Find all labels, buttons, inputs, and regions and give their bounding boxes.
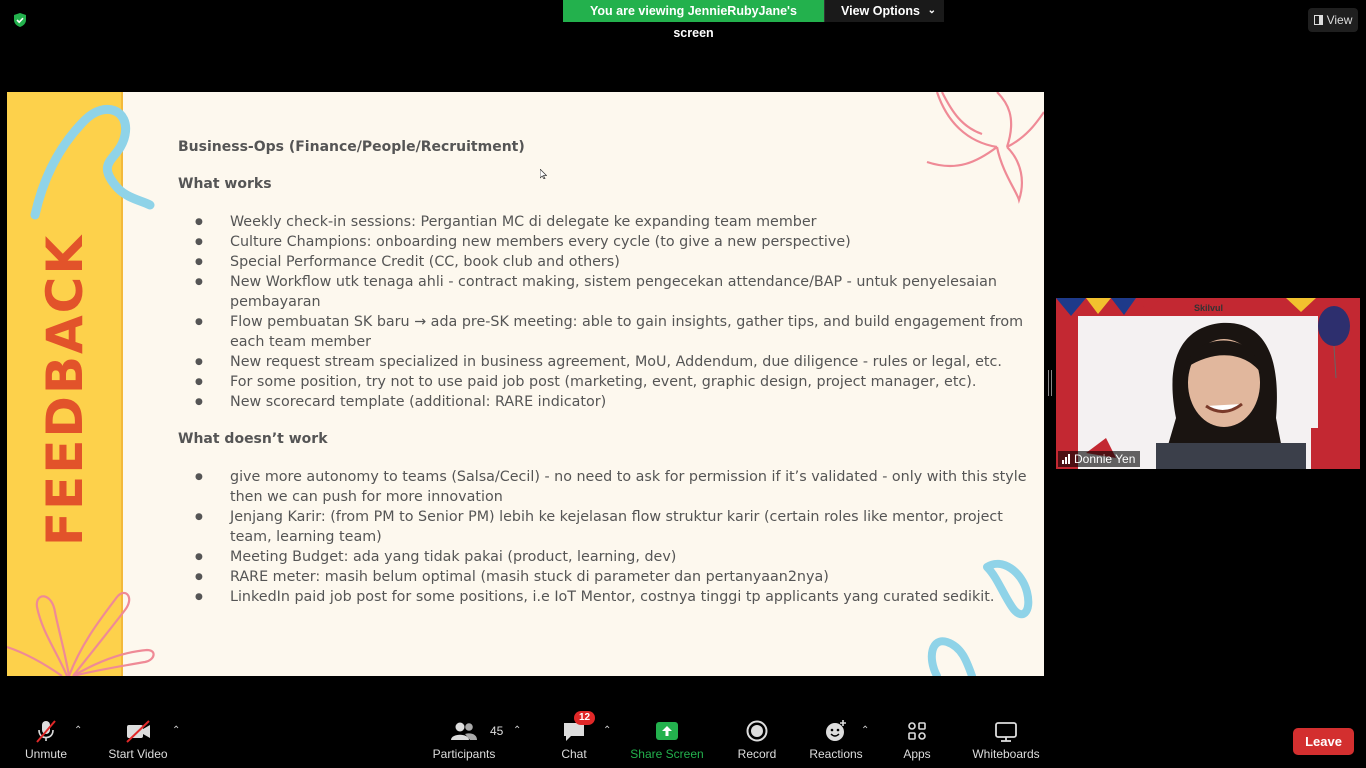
participant-name-tag: Donnie Yen bbox=[1058, 451, 1141, 467]
start-video-button[interactable]: Start Video bbox=[106, 713, 170, 768]
record-label: Record bbox=[737, 747, 777, 761]
audio-options-caret-icon[interactable]: ⌃ bbox=[74, 725, 82, 736]
share-screen-label: Share Screen bbox=[630, 747, 704, 761]
video-options-caret-icon[interactable]: ⌃ bbox=[172, 725, 180, 736]
list-item: Culture Champions: onboarding new member… bbox=[178, 232, 1028, 252]
record-button[interactable]: Record bbox=[736, 713, 778, 768]
chat-unread-badge: 12 bbox=[574, 711, 596, 725]
apps-button[interactable]: Apps bbox=[900, 713, 934, 768]
list-item: Weekly check-in sessions: Pergantian MC … bbox=[178, 212, 1028, 232]
reactions-label: Reactions bbox=[809, 747, 863, 761]
participants-options-caret-icon[interactable]: ⌃ bbox=[513, 725, 521, 736]
apps-label: Apps bbox=[903, 747, 931, 761]
smiley-plus-icon bbox=[826, 720, 846, 741]
reactions-options-caret-icon[interactable]: ⌃ bbox=[861, 725, 869, 736]
chat-options-caret-icon[interactable]: ⌃ bbox=[603, 725, 611, 736]
slide-heading: Business-Ops (Finance/People/Recruitment… bbox=[178, 139, 525, 155]
view-label: View bbox=[1326, 13, 1353, 27]
chat-label: Chat bbox=[561, 747, 587, 761]
list-item: New Workflow utk tenaga ahli - contract … bbox=[178, 272, 1028, 312]
list-item: Jenjang Karir: (from PM to Senior PM) le… bbox=[178, 507, 1028, 547]
screen-share-banner: You are viewing JennieRubyJane's screen … bbox=[563, 0, 944, 40]
banner-text: Skilvul bbox=[1194, 303, 1223, 313]
reactions-button[interactable]: Reactions bbox=[808, 713, 864, 768]
view-options-button[interactable]: View Options ⌄ bbox=[824, 0, 944, 22]
list-item: Flow pembuatan SK baru → ada pre-SK meet… bbox=[178, 312, 1028, 352]
view-options-label: View Options bbox=[841, 4, 920, 18]
list-item: For some position, try not to use paid j… bbox=[178, 372, 1028, 392]
list-item: give more autonomy to teams (Salsa/Cecil… bbox=[178, 467, 1028, 507]
microphone-muted-icon bbox=[36, 720, 56, 743]
participants-count: 45 bbox=[490, 724, 504, 738]
layout-icon bbox=[1313, 15, 1323, 25]
unmute-button[interactable]: Unmute bbox=[20, 713, 72, 768]
security-shield-icon[interactable] bbox=[12, 12, 28, 28]
list-item: LinkedIn paid job post for some position… bbox=[178, 587, 1028, 607]
works-title: What works bbox=[178, 176, 272, 192]
meeting-toolbar: Unmute ⌃ Start Video ⌃ 45 Participants ⌃… bbox=[0, 711, 1366, 768]
participant-video-tile[interactable]: Skilvul Donnie Yen bbox=[1056, 298, 1360, 469]
shared-screen-slide: FEEDBACK Business-Ops (Finance/People/Re… bbox=[7, 92, 1044, 676]
list-item: Meeting Budget: ada yang tidak pakai (pr… bbox=[178, 547, 1028, 567]
video-camera-off-icon bbox=[126, 720, 150, 743]
zoom-meeting-window: You are viewing JennieRubyJane's screen … bbox=[0, 0, 1366, 768]
slide-side-title: FEEDBACK bbox=[36, 233, 94, 547]
list-item: New request stream specialized in busine… bbox=[178, 352, 1028, 372]
participants-button[interactable]: 45 Participants bbox=[430, 713, 503, 768]
whiteboards-button[interactable]: Whiteboards bbox=[969, 713, 1043, 768]
share-screen-icon bbox=[656, 722, 678, 740]
works-list: Weekly check-in sessions: Pergantian MC … bbox=[178, 212, 1028, 412]
list-item: New scorecard template (additional: RARE… bbox=[178, 392, 1028, 412]
list-item: Special Performance Credit (CC, book clu… bbox=[178, 252, 1028, 272]
viewing-label: You are viewing JennieRubyJane's screen bbox=[563, 0, 824, 40]
participants-label: Participants bbox=[432, 747, 496, 761]
chat-button[interactable]: 12 Chat bbox=[556, 711, 596, 768]
mouse-cursor-icon bbox=[540, 169, 547, 179]
view-button[interactable]: View bbox=[1308, 8, 1358, 32]
slide-content: Business-Ops (Finance/People/Recruitment… bbox=[178, 138, 1028, 625]
record-icon bbox=[746, 720, 768, 742]
share-screen-button[interactable]: Share Screen bbox=[630, 713, 704, 768]
list-item: RARE meter: masih belum optimal (masih s… bbox=[178, 567, 1028, 587]
apps-icon bbox=[908, 722, 926, 740]
doesnt-work-title: What doesn’t work bbox=[178, 431, 328, 447]
participant-name: Donnie Yen bbox=[1074, 452, 1136, 466]
signal-strength-icon bbox=[1062, 454, 1070, 464]
unmute-label: Unmute bbox=[24, 747, 68, 761]
participant-video-feed: Skilvul bbox=[1056, 298, 1360, 469]
chevron-down-icon: ⌄ bbox=[927, 5, 936, 16]
panel-resize-handle[interactable] bbox=[1048, 370, 1052, 396]
start-video-label: Start Video bbox=[108, 747, 168, 761]
doesnt-work-list: give more autonomy to teams (Salsa/Cecil… bbox=[178, 467, 1028, 607]
leave-button[interactable]: Leave bbox=[1293, 728, 1354, 755]
whiteboard-icon bbox=[995, 722, 1017, 742]
participants-icon bbox=[451, 722, 477, 740]
whiteboards-label: Whiteboards bbox=[972, 747, 1040, 761]
